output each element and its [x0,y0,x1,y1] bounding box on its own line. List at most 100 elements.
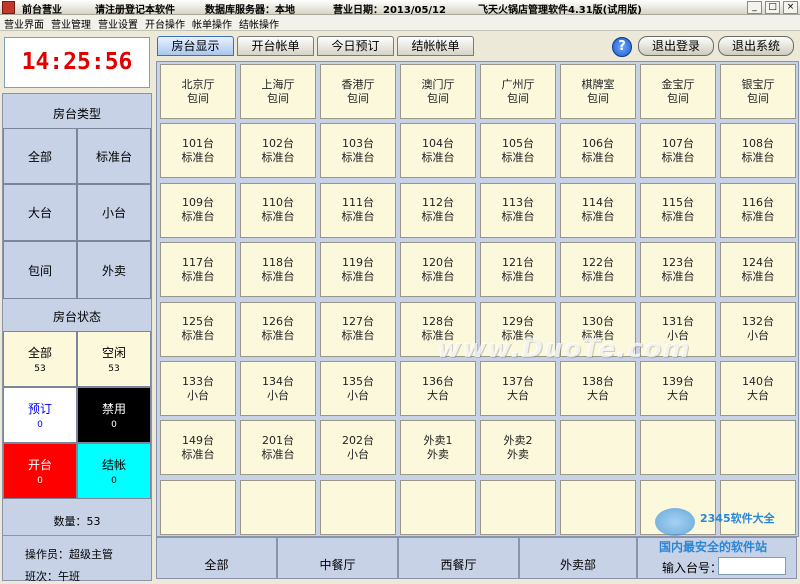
area-chinese-restaurant-button[interactable]: 中餐厅 [277,537,398,579]
tab-checkout-bills[interactable]: 结帐帐单 [397,36,474,56]
table-cell[interactable]: 银宝厅 包间 [720,64,796,119]
table-cell[interactable]: 106台 标准台 [560,123,636,179]
table-cell[interactable]: 107台 标准台 [640,123,716,179]
table-cell[interactable]: 112台 标准台 [400,182,476,238]
menu-business-management[interactable]: 营业管理 [47,15,94,31]
table-cell[interactable]: 金宝厅 包间 [640,64,716,119]
table-cell[interactable]: 149台 标准台 [160,420,236,476]
table-cell[interactable]: 101台 标准台 [160,123,236,179]
table-cell[interactable]: 120台 标准台 [400,242,476,298]
table-cell-empty [400,479,476,535]
table-cell[interactable]: 111台 标准台 [320,182,396,238]
table-cell[interactable]: 118台 标准台 [240,242,316,298]
table-kind: 标准台 [421,269,455,283]
table-cell[interactable]: 102台 标准台 [240,123,316,179]
menu-business-screen[interactable]: 营业界面 [0,15,47,31]
room-type-standard[interactable]: 标准台 [77,128,151,184]
table-cell[interactable]: 201台 标准台 [240,420,316,476]
table-cell[interactable]: 北京厅 包间 [160,64,236,119]
table-cell[interactable]: 140台 大台 [720,361,796,416]
status-reserved[interactable]: 预订 0 [3,387,77,443]
table-cell[interactable]: 105台 标准台 [480,123,556,179]
logout-button[interactable]: 退出登录 [638,36,714,56]
table-name: 126台 [262,315,294,329]
status-label: 开台 [27,458,52,472]
table-cell[interactable]: 132台 小台 [720,301,796,357]
menu-bill-operations[interactable]: 帐单操作 [188,15,235,31]
help-icon[interactable]: ? [612,37,632,57]
table-name: 外卖1 [423,433,453,447]
tab-table-display[interactable]: 房台显示 [157,36,234,56]
room-type-private[interactable]: 包间 [3,241,77,299]
table-cell[interactable]: 香港厅 包间 [320,64,396,119]
table-name: 外卖2 [503,433,533,447]
room-type-small[interactable]: 小台 [77,184,151,241]
table-cell[interactable]: 外卖2 外卖 [480,420,556,476]
table-name: 114台 [582,196,614,210]
area-takeout-button[interactable]: 外卖部 [519,537,637,579]
table-cell[interactable]: 123台 标准台 [640,242,716,298]
table-name: 北京厅 [181,77,215,91]
table-cell[interactable]: 116台 标准台 [720,182,796,238]
clock-display: 14:25:56 [4,37,150,88]
table-cell[interactable]: 124台 标准台 [720,242,796,298]
table-cell[interactable]: 119台 标准台 [320,242,396,298]
table-cell[interactable]: 135台 小台 [320,361,396,416]
room-type-takeout[interactable]: 外卖 [77,241,151,299]
table-cell[interactable]: 126台 标准台 [240,301,316,357]
table-cell[interactable]: 125台 标准台 [160,301,236,357]
tab-today-reservations[interactable]: 今日预订 [317,36,394,56]
close-icon[interactable]: × [783,1,798,14]
table-cell[interactable]: 139台 大台 [640,361,716,416]
table-cell[interactable]: 澳门厅 包间 [400,64,476,119]
table-cell[interactable]: 136台 大台 [400,361,476,416]
table-name: 113台 [502,196,534,210]
maximize-icon[interactable]: □ [765,1,780,14]
room-type-all[interactable]: 全部 [3,128,77,184]
table-cell[interactable]: 108台 标准台 [720,123,796,179]
table-kind: 大台 [427,388,449,402]
table-cell[interactable]: 115台 标准台 [640,182,716,238]
table-cell[interactable]: 134台 小台 [240,361,316,416]
table-cell[interactable]: 外卖1 外卖 [400,420,476,476]
table-name: 129台 [502,315,534,329]
table-cell[interactable]: 121台 标准台 [480,242,556,298]
minimize-icon[interactable]: _ [747,1,762,14]
table-cell[interactable]: 127台 标准台 [320,301,396,357]
table-kind: 标准台 [181,269,215,283]
menu-business-settings[interactable]: 营业设置 [94,15,141,31]
table-cell[interactable]: 109台 标准台 [160,182,236,238]
table-cell[interactable]: 137台 大台 [480,361,556,416]
table-kind: 标准台 [181,210,215,224]
table-cell[interactable]: 202台 小台 [320,420,396,476]
table-kind: 标准台 [341,210,375,224]
table-kind: 标准台 [421,210,455,224]
table-cell[interactable]: 上海厅 包间 [240,64,316,119]
table-cell[interactable]: 113台 标准台 [480,182,556,238]
table-cell[interactable]: 广州厅 包间 [480,64,556,119]
table-cell[interactable]: 104台 标准台 [400,123,476,179]
status-all[interactable]: 全部 53 [3,331,77,387]
menu-checkout-operations[interactable]: 结帐操作 [235,15,282,31]
table-kind: 标准台 [181,329,215,343]
status-checkout[interactable]: 结帐 0 [77,443,151,499]
table-number-input[interactable] [718,557,786,575]
table-cell[interactable]: 133台 小台 [160,361,236,416]
table-cell[interactable]: 117台 标准台 [160,242,236,298]
status-free[interactable]: 空闲 53 [77,331,151,387]
register-link[interactable]: 请注册登记本软件 [95,1,175,16]
table-cell[interactable]: 110台 标准台 [240,182,316,238]
table-cell[interactable]: 103台 标准台 [320,123,396,179]
table-cell[interactable]: 138台 大台 [560,361,636,416]
table-cell[interactable]: 122台 标准台 [560,242,636,298]
menu-open-table[interactable]: 开台操作 [141,15,188,31]
area-all-button[interactable]: 全部 [156,537,277,579]
tab-open-bills[interactable]: 开台帐单 [237,36,314,56]
table-cell[interactable]: 棋牌室 包间 [560,64,636,119]
status-opened[interactable]: 开台 0 [3,443,77,499]
table-cell[interactable]: 114台 标准台 [560,182,636,238]
exit-system-button[interactable]: 退出系统 [718,36,794,56]
room-type-large[interactable]: 大台 [3,184,77,241]
status-disabled[interactable]: 禁用 0 [77,387,151,443]
area-western-restaurant-button[interactable]: 西餐厅 [398,537,519,579]
